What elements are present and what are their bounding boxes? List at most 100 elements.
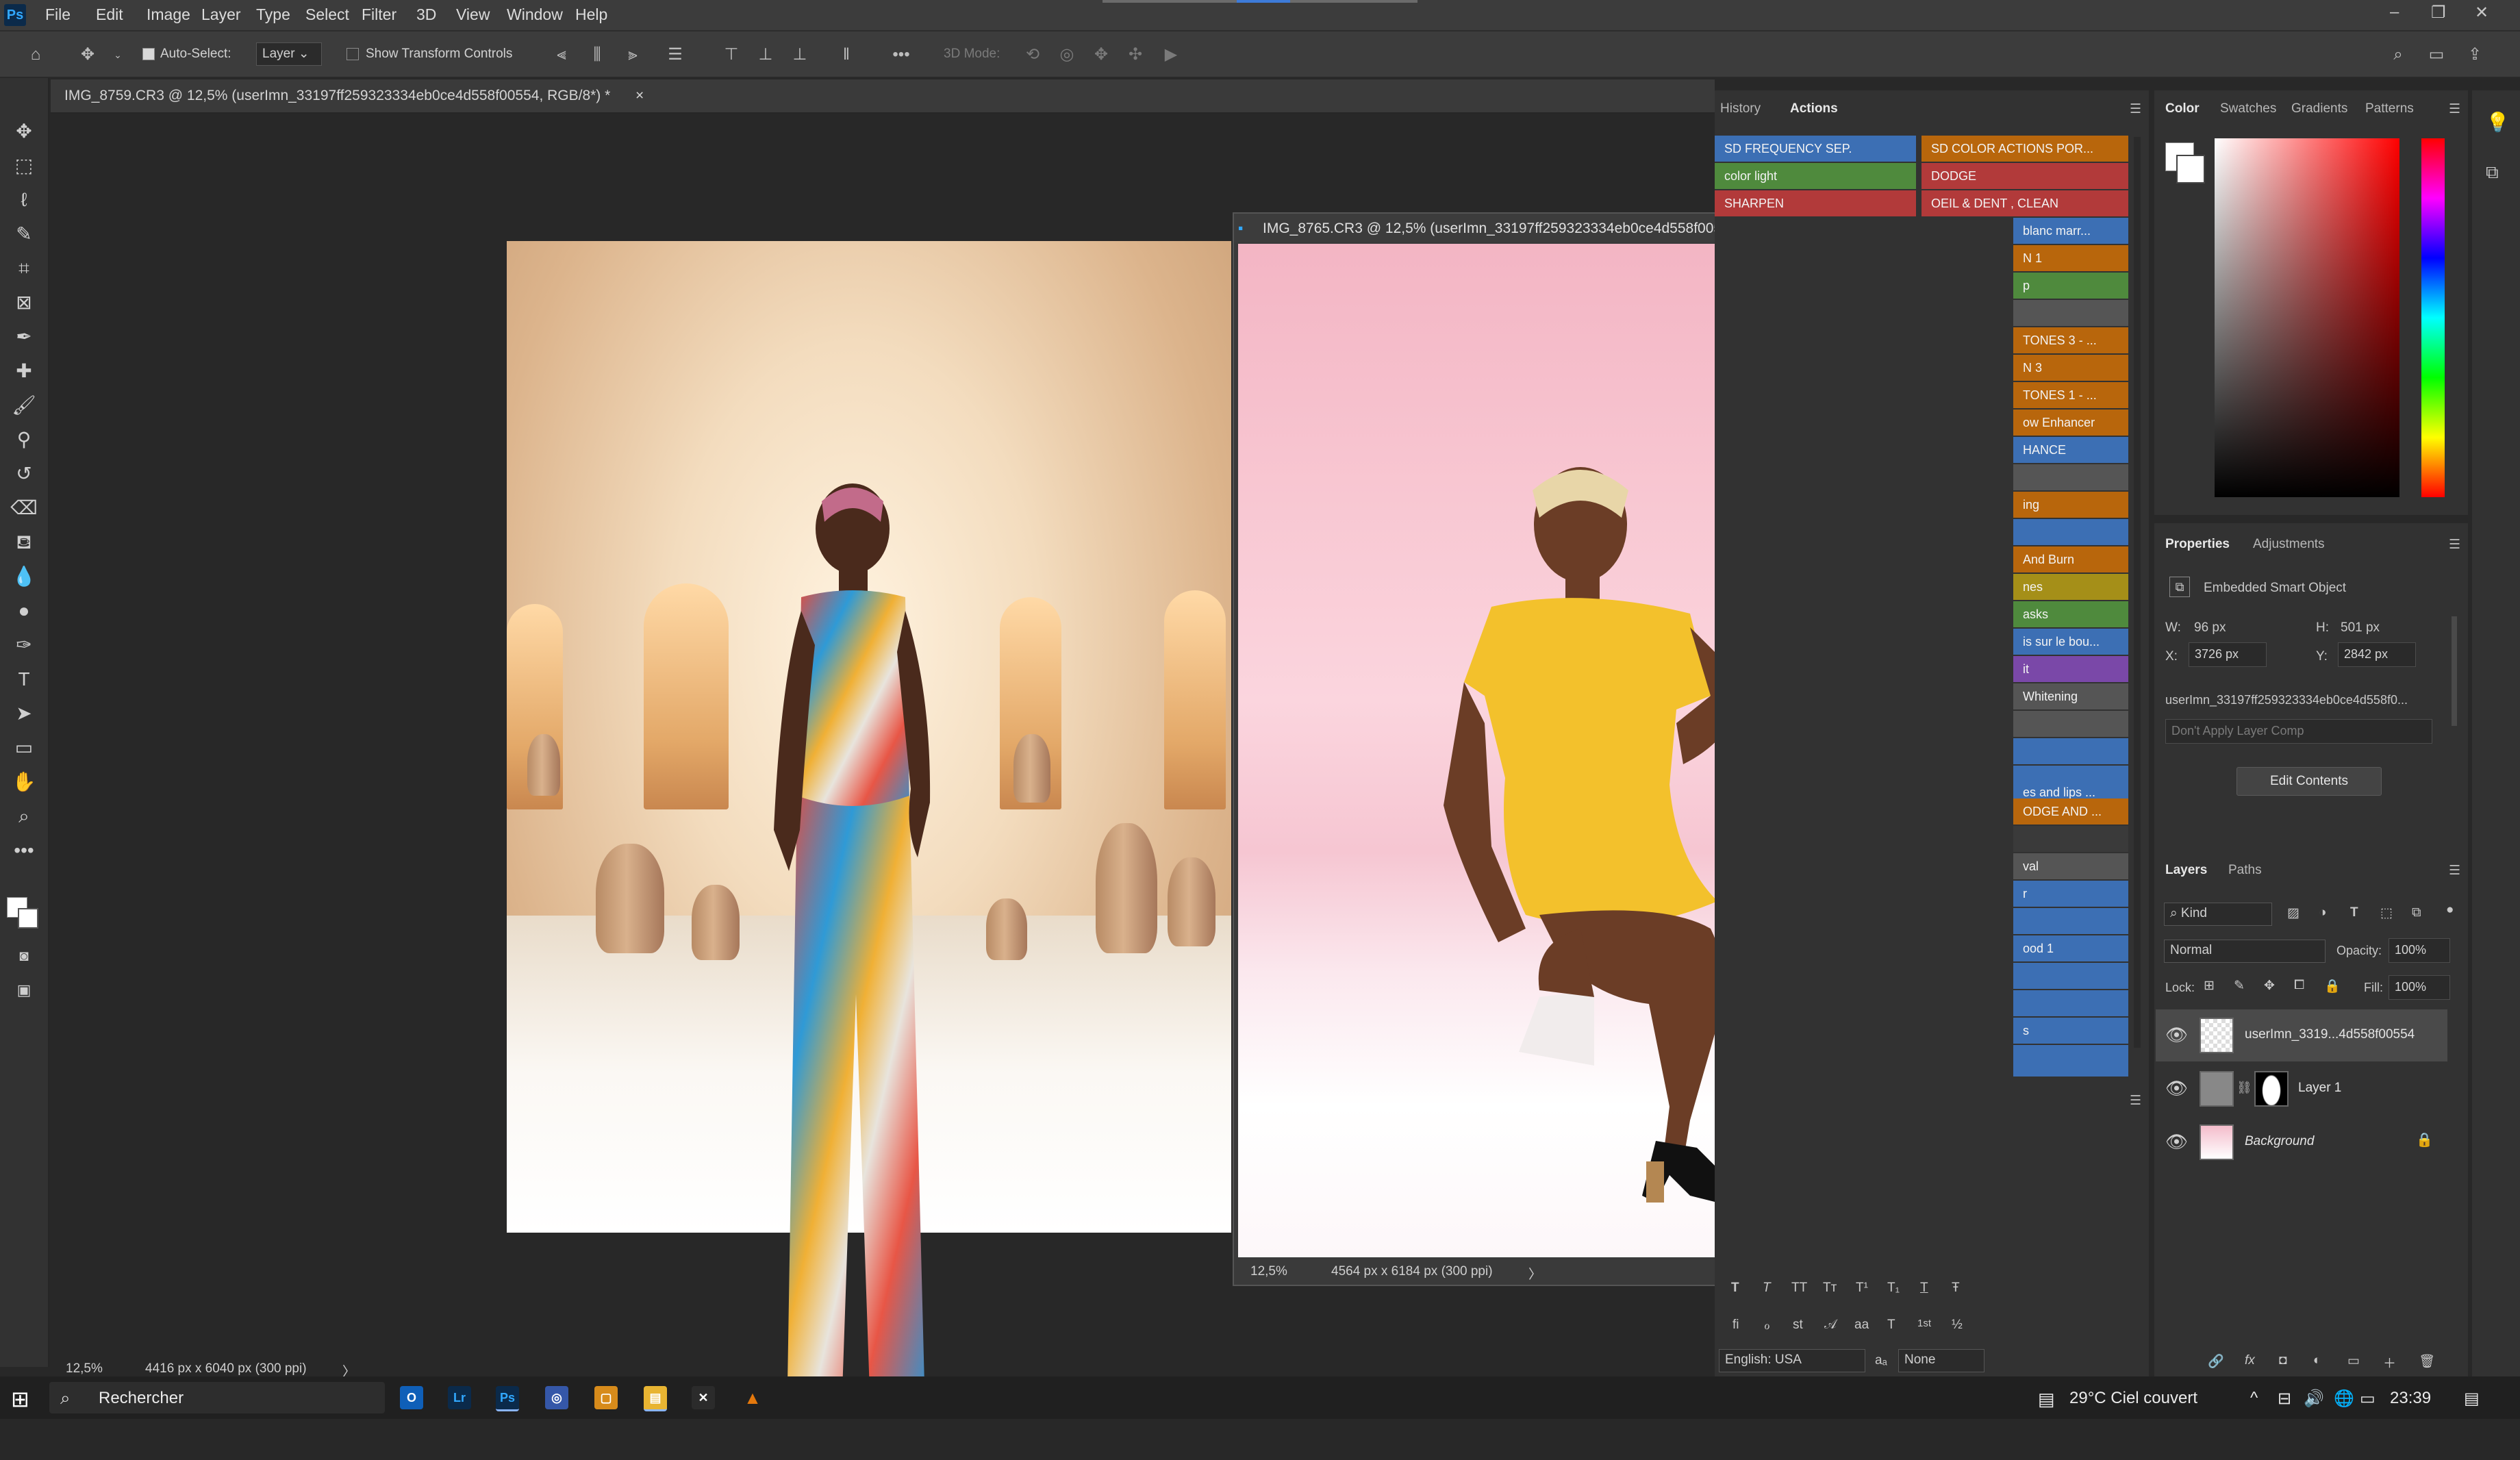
close-button[interactable]: ✕: [2475, 3, 2488, 23]
action-right-21[interactable]: Whitening: [2013, 683, 2128, 709]
action-left-3[interactable]: SHARPEN: [1715, 190, 1916, 216]
y-field[interactable]: 2842 px: [2338, 642, 2416, 667]
mask-link-icon[interactable]: ⛓: [2236, 1081, 2252, 1095]
auto-select-checkbox[interactable]: [142, 48, 155, 60]
layers-panel-menu-icon[interactable]: ☰: [2449, 863, 2460, 879]
layer-mask-thumbnail[interactable]: [2254, 1071, 2289, 1107]
tab-layers[interactable]: Layers: [2165, 863, 2207, 878]
type-tool-icon[interactable]: T: [10, 666, 38, 693]
action-right-7[interactable]: [2013, 300, 2128, 326]
lock-position-icon[interactable]: ✥: [2264, 978, 2275, 994]
tab-gradients[interactable]: Gradients: [2291, 101, 2347, 116]
filter-shape-icon[interactable]: ⬚: [2380, 905, 2393, 921]
filter-smart-object-icon[interactable]: ⧉: [2412, 905, 2421, 920]
screen-mode-icon[interactable]: ▣: [10, 977, 38, 1004]
action-right-23[interactable]: [2013, 738, 2128, 764]
stylistic-alternates-button[interactable]: aa: [1854, 1318, 1869, 1333]
zoom-tool-icon[interactable]: ⌕: [10, 803, 38, 830]
superscript-button[interactable]: T¹: [1856, 1281, 1868, 1296]
action-right-11[interactable]: ow Enhancer: [2013, 410, 2128, 436]
visibility-eye-icon[interactable]: 👁: [2165, 1024, 2188, 1046]
layer-filter-dropdown[interactable]: ⌕ Kind: [2164, 903, 2272, 926]
action-right-8[interactable]: TONES 3 - ...: [2013, 327, 2128, 353]
subscript-button[interactable]: T₁: [1887, 1281, 1900, 1296]
action-right-26[interactable]: ODGE AND ...: [2013, 798, 2128, 825]
align-center-icon[interactable]: ⫼: [588, 45, 607, 64]
action-right-4[interactable]: blanc marr...: [2013, 218, 2128, 244]
menu-3d[interactable]: 3D: [416, 5, 436, 24]
align-middle-icon[interactable]: ⊥: [756, 45, 775, 64]
action-right-32[interactable]: [2013, 963, 2128, 989]
photoshop-icon[interactable]: Ps: [496, 1386, 519, 1411]
menu-image[interactable]: Image: [147, 5, 190, 24]
background-color-swatch[interactable]: [18, 908, 38, 929]
align-right-icon[interactable]: ⫸: [623, 45, 642, 64]
lasso-tool-icon[interactable]: ℓ: [10, 186, 38, 214]
lightroom-icon[interactable]: Lr: [448, 1386, 471, 1409]
layer-row-layer-1[interactable]: 👁 ⛓ Layer 1: [2156, 1063, 2447, 1115]
home-icon[interactable]: ⌂: [26, 45, 45, 64]
doc2-status-arrow[interactable]: 〉: [1528, 1264, 1541, 1283]
app-orange-icon[interactable]: ▢: [594, 1386, 618, 1409]
path-selection-tool-icon[interactable]: ➤: [10, 700, 38, 727]
hue-slider[interactable]: [2421, 138, 2445, 497]
tab-properties[interactable]: Properties: [2165, 537, 2230, 552]
lock-image-icon[interactable]: ✎: [2234, 978, 2245, 994]
menu-layer[interactable]: Layer: [201, 5, 241, 24]
align-left-icon[interactable]: ⫷: [552, 45, 571, 64]
titling-alternates-button[interactable]: T: [1887, 1318, 1895, 1333]
layer-row-background[interactable]: 👁 Background 🔒: [2156, 1116, 2447, 1168]
action-right-5[interactable]: N 1: [2013, 245, 2128, 271]
new-group-icon[interactable]: ▭: [2347, 1353, 2360, 1369]
ligatures-button[interactable]: ﬁ: [1732, 1318, 1739, 1333]
document-image-img-8759[interactable]: [507, 241, 1231, 1408]
tab-color[interactable]: Color: [2165, 101, 2200, 116]
action-right-28[interactable]: val: [2013, 853, 2128, 879]
distribute-vertical-icon[interactable]: ‖: [837, 45, 856, 64]
minimize-button[interactable]: –: [2390, 3, 2399, 22]
volume-icon[interactable]: 🔊: [2304, 1389, 2324, 1409]
height-value[interactable]: 501 px: [2341, 620, 2380, 635]
move-tool-icon[interactable]: ✥: [10, 118, 38, 145]
action-right-30[interactable]: [2013, 908, 2128, 934]
workspace-icon[interactable]: ▭: [2427, 45, 2446, 64]
search-icon[interactable]: ⌕: [2389, 45, 2408, 64]
clock[interactable]: 23:39: [2390, 1389, 2431, 1408]
properties-scrollbar[interactable]: [2452, 616, 2457, 726]
quick-mask-icon[interactable]: ◙: [10, 942, 38, 970]
panel-menu-icon[interactable]: ☰: [2130, 101, 2141, 117]
hand-tool-icon[interactable]: ✋: [10, 768, 38, 796]
small-caps-button[interactable]: Tт: [1823, 1281, 1837, 1296]
faux-italic-button[interactable]: T: [1763, 1281, 1771, 1296]
old-style-button[interactable]: ℴ: [1764, 1318, 1770, 1333]
action-right-34[interactable]: s: [2013, 1018, 2128, 1044]
x-field[interactable]: 3726 px: [2189, 642, 2267, 667]
actions-scrollbar[interactable]: [2134, 137, 2141, 1048]
menu-window[interactable]: Window: [507, 5, 563, 24]
3d-roll-icon[interactable]: ◎: [1057, 45, 1076, 64]
character-panel-menu-icon[interactable]: ☰: [2130, 1093, 2141, 1109]
blur-tool-icon[interactable]: 💧: [10, 563, 38, 590]
color-panel-menu-icon[interactable]: ☰: [2449, 101, 2460, 117]
action-left-2[interactable]: color light: [1715, 163, 1916, 189]
language-dropdown[interactable]: English: USA: [1719, 1349, 1865, 1372]
document-tab-img-8759[interactable]: IMG_8759.CR3 @ 12,5% (userImn_33197ff259…: [64, 88, 610, 104]
visibility-eye-icon[interactable]: 👁: [2165, 1131, 2188, 1153]
action-left-1[interactable]: SD FREQUENCY SEP.: [1715, 136, 1916, 162]
faux-bold-button[interactable]: T: [1731, 1281, 1739, 1296]
action-right-1[interactable]: SD COLOR ACTIONS POR...: [1922, 136, 2128, 162]
layer-style-icon[interactable]: fx: [2245, 1353, 2255, 1368]
brush-tool-icon[interactable]: 🖌: [10, 392, 38, 419]
anti-alias-dropdown[interactable]: None: [1898, 1349, 1985, 1372]
filter-type-icon[interactable]: T: [2350, 905, 2358, 920]
frame-tool-icon[interactable]: ⊠: [10, 289, 38, 316]
lock-all-icon[interactable]: 🔒: [2324, 978, 2341, 994]
weather-text[interactable]: 29°C Ciel couvert: [2069, 1389, 2197, 1408]
action-right-12[interactable]: HANCE: [2013, 437, 2128, 463]
new-layer-icon[interactable]: ＋: [2383, 1353, 2396, 1372]
libraries-icon[interactable]: ⧉: [2486, 162, 2499, 184]
action-right-14[interactable]: ing: [2013, 492, 2128, 518]
close-tab-icon[interactable]: ×: [635, 88, 644, 104]
discretionary-ligatures-button[interactable]: st: [1793, 1318, 1803, 1333]
align-bottom-icon[interactable]: ⊥: [790, 45, 809, 64]
